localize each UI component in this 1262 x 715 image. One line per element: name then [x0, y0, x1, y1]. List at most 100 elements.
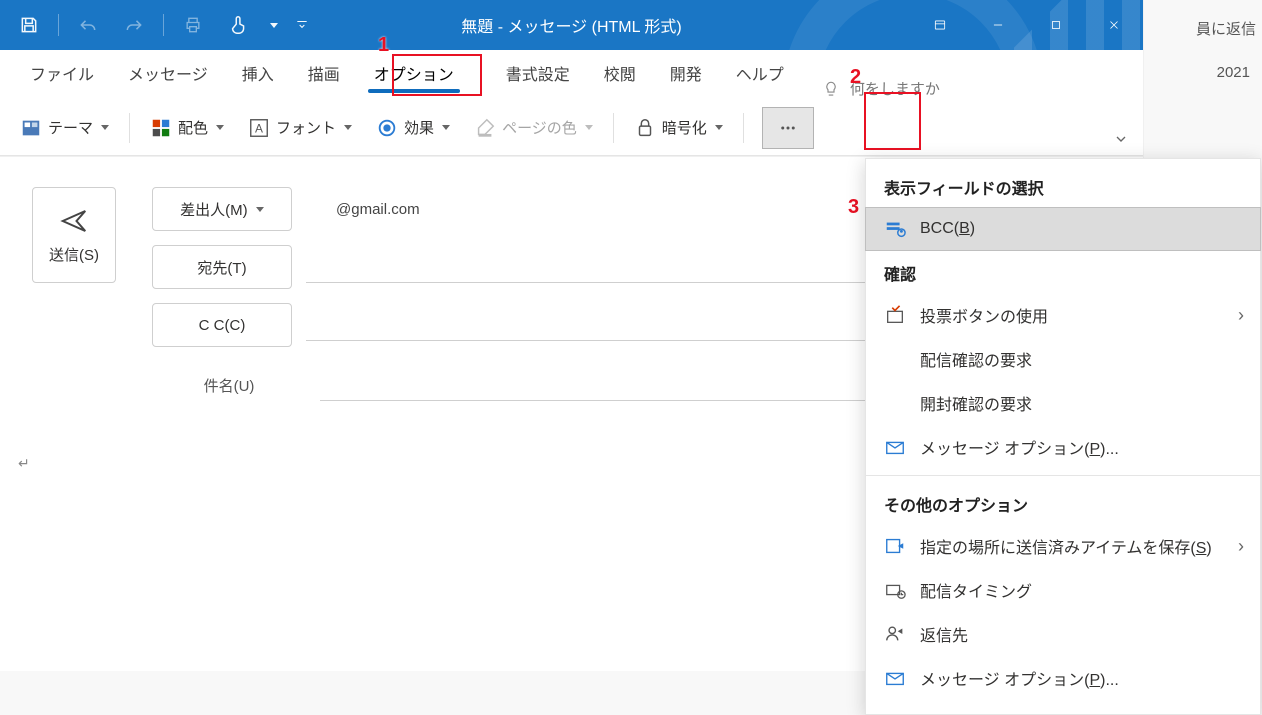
menu-item-delivery-receipt[interactable]: 配信確認の要求 [866, 337, 1260, 381]
tab-help-label: ヘルプ [736, 67, 784, 84]
tab-review[interactable]: 校閲 [588, 51, 652, 99]
qat-save-button[interactable] [8, 3, 50, 47]
tab-help[interactable]: ヘルプ [720, 51, 800, 99]
menu-item-message-options-2[interactable]: メッセージ オプション(P)... [866, 656, 1260, 700]
send-button[interactable]: 送信(S) [32, 187, 116, 283]
encrypt-button[interactable]: 暗号化 [624, 108, 733, 148]
tab-format[interactable]: 書式設定 [490, 51, 586, 99]
menu-item-bcc[interactable]: BCC(B) [865, 207, 1261, 251]
maximize-button[interactable] [1027, 0, 1085, 50]
ellipsis-icon [774, 119, 802, 137]
subject-label: 件名(U) [152, 375, 306, 396]
chevron-right-icon: › [1238, 305, 1244, 326]
chevron-down-icon [344, 125, 352, 130]
tab-format-label: 書式設定 [506, 67, 570, 84]
send-label: 送信(S) [49, 244, 99, 265]
colors-button[interactable]: 配色 [140, 108, 234, 148]
to-button[interactable]: 宛先(T) [152, 245, 292, 289]
ribbon-overflow-menu: 表示フィールドの選択 BCC(B) 確認 投票ボタンの使用 › 配信確認の要求 … [865, 158, 1261, 715]
tab-insert-label: 挿入 [242, 67, 274, 84]
qat-separator [58, 14, 59, 36]
qat-touch-caret[interactable] [264, 3, 284, 47]
menu-delay-label: 配信タイミング [920, 578, 1032, 602]
redo-icon [124, 15, 144, 35]
chevron-down-icon [256, 207, 264, 212]
tab-options-label: オプション [374, 67, 454, 84]
cc-button[interactable]: C C(C) [152, 303, 292, 347]
tab-message[interactable]: メッセージ [112, 51, 224, 99]
send-icon [59, 206, 89, 236]
qat-redo-button[interactable] [113, 3, 155, 47]
fonts-label: フォント [276, 117, 336, 138]
tab-developer-label: 開発 [670, 67, 702, 84]
ribbon-options: テーマ 配色 A フォント 効果 ページの色 暗号化 [0, 100, 1143, 156]
effects-button[interactable]: 効果 [366, 108, 460, 148]
themes-button[interactable]: テーマ [10, 108, 119, 148]
tab-draw[interactable]: 描画 [292, 51, 356, 99]
from-value: @gmail.com [306, 201, 420, 218]
save-sent-icon [884, 535, 906, 557]
tab-draw-label: 描画 [308, 67, 340, 84]
tab-file[interactable]: ファイル [14, 51, 110, 99]
bcc-icon [884, 218, 906, 240]
colors-icon [150, 117, 172, 139]
window-title: 無題 - メッセージ (HTML 形式) [461, 13, 681, 37]
menu-item-delay-delivery[interactable]: 配信タイミング [866, 568, 1260, 612]
chevron-right-icon: › [1238, 536, 1244, 557]
undo-icon [78, 15, 98, 35]
close-button[interactable] [1085, 0, 1143, 50]
menu-save-sent-label: 指定の場所に送信済みアイテムを保存(S) [920, 534, 1212, 558]
page-color-button[interactable]: ページの色 [464, 108, 603, 148]
menu-item-voting[interactable]: 投票ボタンの使用 › [866, 293, 1260, 337]
menu-item-reply-to[interactable]: 返信先 [866, 612, 1260, 656]
effects-icon [376, 117, 398, 139]
tab-review-label: 校閲 [604, 67, 636, 84]
encrypt-label: 暗号化 [662, 117, 707, 138]
tell-me-search[interactable]: 何をしますか [822, 78, 940, 99]
menu-header-confirm: 確認 [866, 251, 1260, 293]
menu-item-save-sent[interactable]: 指定の場所に送信済みアイテムを保存(S) › [866, 524, 1260, 568]
ribbon-separator-3 [743, 113, 744, 143]
menu-separator [866, 475, 1260, 476]
menu-header-other: その他のオプション [866, 482, 1260, 524]
qat-customize-button[interactable] [288, 3, 316, 47]
maximize-icon [1049, 18, 1063, 32]
annotation-1: 1 [378, 34, 389, 57]
chevron-down-icon [216, 125, 224, 130]
ribbon-separator-2 [613, 113, 614, 143]
minimize-button[interactable] [969, 0, 1027, 50]
quick-access-toolbar [0, 3, 316, 47]
qat-undo-button[interactable] [67, 3, 109, 47]
tell-me-placeholder: 何をしますか [850, 78, 940, 99]
minimize-icon [991, 18, 1005, 32]
from-button[interactable]: 差出人(M) [152, 187, 292, 231]
fonts-button[interactable]: A フォント [238, 108, 362, 148]
cc-label: C C(C) [199, 317, 246, 334]
menu-item-read-receipt[interactable]: 開封確認の要求 [866, 381, 1260, 425]
touch-icon [228, 14, 250, 36]
voting-icon [884, 304, 906, 326]
reply-to-icon [884, 623, 906, 645]
qat-print-button[interactable] [172, 3, 214, 47]
tab-file-label: ファイル [30, 67, 94, 84]
bg-year-text: 2021 [1217, 64, 1250, 81]
ribbon-overflow-button[interactable] [762, 107, 814, 149]
tab-developer[interactable]: 開発 [654, 51, 718, 99]
chevron-down-icon [101, 125, 109, 130]
ribbon-separator [129, 113, 130, 143]
page-color-icon [474, 117, 496, 139]
menu-msgopt-label: メッセージ オプション(P)... [920, 435, 1119, 459]
menu-item-message-options[interactable]: メッセージ オプション(P)... [866, 425, 1260, 469]
ribbon-collapse-button[interactable] [1109, 127, 1133, 151]
menu-voting-label: 投票ボタンの使用 [920, 303, 1048, 327]
customize-icon [295, 18, 309, 32]
ribbon-display-icon [933, 18, 947, 32]
chevron-down-icon [270, 23, 278, 28]
ribbon-tab-bar: ファイル メッセージ 挿入 描画 オプション 書式設定 校閲 開発 ヘルプ 何を… [0, 50, 1143, 100]
tab-insert[interactable]: 挿入 [226, 51, 290, 99]
tab-options[interactable]: オプション [358, 51, 470, 99]
qat-touch-mouse-button[interactable] [218, 3, 260, 47]
print-icon [183, 15, 203, 35]
menu-header-fields: 表示フィールドの選択 [866, 165, 1260, 207]
ribbon-display-options-button[interactable] [911, 0, 969, 50]
